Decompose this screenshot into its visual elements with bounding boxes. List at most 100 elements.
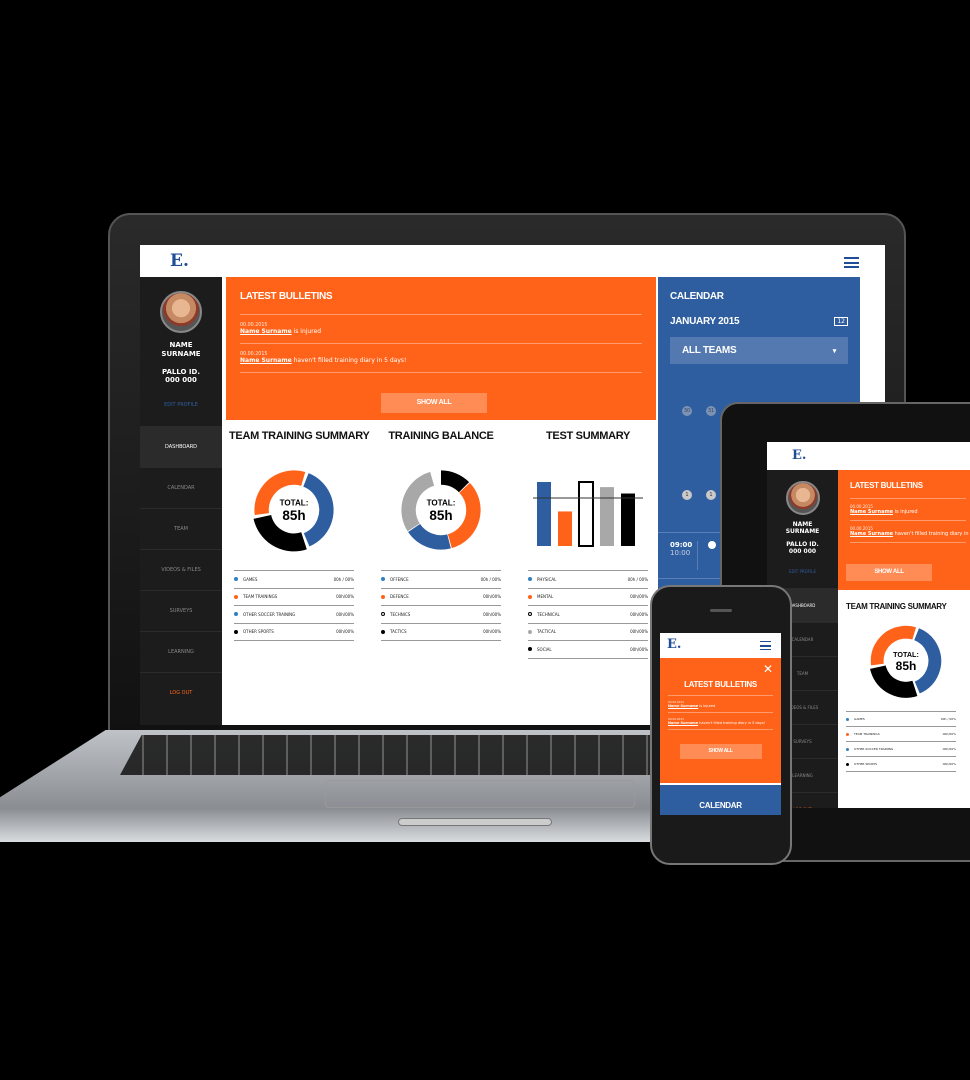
hamburger-icon[interactable]	[844, 257, 859, 268]
bulletin-item: 00.00.2015 Name Surname haven't filled tr…	[668, 712, 773, 729]
pallo-id-label: PALLO ID.	[161, 368, 201, 376]
edit-profile-link[interactable]: EDIT PROFILE	[767, 569, 838, 574]
bar-social[interactable]	[621, 493, 635, 546]
bulletin-item: 00.00.2015 Name Surname is injured	[850, 498, 966, 520]
hamburger-icon[interactable]	[760, 641, 771, 650]
legend-value: 00h / 00%	[627, 576, 648, 582]
bulletin-user-link[interactable]: Name Surname	[240, 357, 292, 364]
legend-item: OTHER SPORTS 00h/00%	[846, 756, 956, 771]
legend-item: OTHER SPORTS 00h/00%	[234, 622, 354, 641]
legend-dot	[234, 629, 238, 634]
legend-dot	[528, 629, 532, 634]
calendar-icon[interactable]: 12	[834, 317, 848, 326]
bulletin-user-link[interactable]: Name Surname	[668, 704, 698, 708]
legend-value: 00h/00%	[942, 762, 956, 766]
legend-dot	[846, 717, 849, 721]
close-icon[interactable]: ✕	[763, 662, 773, 676]
pallo-id-value: 000 000	[165, 376, 197, 384]
avatar	[785, 481, 820, 515]
calendar-day[interactable]: 1	[706, 490, 716, 500]
legend-dot	[381, 629, 385, 634]
bulletin-text: is injured	[698, 704, 716, 708]
legend-item: TECHNICS 00h/00%	[381, 605, 501, 623]
legend-item: GAMES 00h / 00%	[846, 711, 956, 726]
legend-label: OTHER SOCCER TRAINING	[243, 611, 296, 617]
bulletins-title: LATEST BULLETINS	[850, 481, 923, 490]
show-all-button[interactable]: SHOW ALL	[846, 564, 932, 581]
legend-value: 00h/00%	[483, 611, 501, 617]
legend-dot	[381, 612, 385, 617]
bulletin-user-link[interactable]: Name Surname	[850, 509, 893, 515]
edit-profile-link[interactable]: EDIT PROFILE	[140, 402, 222, 408]
show-all-button[interactable]: SHOW ALL	[679, 744, 762, 759]
legend-dot	[381, 594, 385, 599]
calendar-day[interactable]: 31	[706, 406, 716, 416]
bulletin-text: is injured	[291, 328, 322, 335]
show-all-button[interactable]: SHOW ALL	[381, 393, 487, 413]
bar-tactical[interactable]	[600, 487, 614, 546]
legend-label: TEAM TRAININGS	[854, 732, 880, 736]
sidebar-item-learning[interactable]: LEARNING	[140, 631, 222, 672]
donut-total-label: TOTAL:	[280, 499, 309, 508]
legend-value: 00h/00%	[483, 594, 501, 600]
legend-dot	[846, 732, 849, 736]
laptop-keyboard	[120, 735, 660, 775]
bulletin-user-link[interactable]: Name Surname	[240, 328, 292, 335]
sidebar-item-log-out[interactable]: LOG OUT	[140, 672, 222, 713]
bulletin-user-link[interactable]: Name Surname	[850, 531, 893, 537]
legend-value: 00h/00%	[630, 629, 648, 635]
legend-label: OTHER SPORTS	[243, 629, 274, 635]
sidebar-item-calendar[interactable]: CALENDAR	[140, 467, 222, 508]
sidebar-item-surveys[interactable]: SURVEYS	[140, 590, 222, 631]
bulletin-item: 00.00.2015 Name Surname haven't filled tr…	[850, 520, 970, 542]
legend-label: TECHNICS	[390, 611, 411, 617]
phone-calendar-title[interactable]: CALENDAR	[660, 785, 781, 815]
sidebar-item-videos-files[interactable]: VIDEOS & FILES	[140, 549, 222, 590]
bar-physical[interactable]	[537, 482, 551, 546]
event-start: 09:00	[670, 541, 693, 549]
chevron-down-icon: ▾	[832, 347, 837, 355]
chart-title: TRAINING BALANCE	[388, 430, 494, 442]
legend-item: TEAM TRAININGS 00h/00%	[846, 726, 956, 741]
tablet-logo[interactable]: E.	[792, 448, 806, 463]
bulletin-text: is injured	[893, 509, 918, 515]
tablet-bulletins-panel: LATEST BULLETINS 00.00.2015 Name Surname …	[838, 470, 970, 590]
phone-logo[interactable]: E.	[667, 637, 681, 652]
legend-item: OFFENCE 00h / 00%	[381, 570, 501, 588]
logo[interactable]: E.	[170, 251, 189, 271]
header: E.	[140, 245, 885, 277]
legend-dot	[234, 612, 238, 617]
bulletin-date: 00.00.2015	[668, 717, 685, 721]
phone-header: E.	[660, 633, 781, 658]
calendar-day[interactable]: 30	[682, 406, 692, 416]
bulletins-panel: LATEST BULLETINS 00.00.2015 Name Surname …	[226, 277, 656, 420]
team-select[interactable]: ALL TEAMS ▾	[670, 337, 848, 364]
legend-item: TEAM TRAININGS 00h/00%	[234, 587, 354, 606]
legend-label: GAMES	[854, 717, 865, 721]
sidebar-item-team[interactable]: TEAM	[140, 508, 222, 549]
legend-label: TACTICS	[390, 629, 407, 635]
legend-label: OFFENCE	[390, 576, 409, 582]
legend-item: SOCIAL 00h/00%	[528, 640, 648, 658]
pallo-id-value: 000 000	[788, 548, 817, 555]
bar-technical[interactable]	[578, 481, 594, 547]
bar-chart	[533, 481, 643, 547]
legend-item: TECHNICAL 00h/00%	[528, 605, 648, 623]
bar-mental[interactable]	[558, 511, 572, 546]
sidebar-item-dashboard[interactable]: DASHBOARD	[140, 426, 222, 467]
donut-chart: TOTAL:85h	[252, 468, 336, 552]
calendar-day[interactable]: 1	[682, 490, 692, 500]
phone-bulletins-panel: ✕ LATEST BULLETINS 00.00.2015 Name Surnam…	[660, 658, 781, 783]
bulletin-text: haven't filled training diary in 5 days!	[698, 721, 766, 725]
team-select-value: ALL TEAMS	[682, 345, 737, 356]
chart-title: TEAM TRAINING SUMMARY	[229, 430, 370, 442]
chart-legend: OFFENCE 00h / 00% DEFENCE 00h/00% TECHNICS 00…	[381, 570, 501, 641]
chart-title: TEST SUMMARY	[546, 430, 630, 442]
phone-screen: E. ✕ LATEST BULLETINS 00.00.2015 Name Sur…	[660, 633, 781, 815]
legend-dot	[381, 577, 385, 582]
legend-label: TECHNICAL	[537, 611, 560, 617]
bulletin-user-link[interactable]: Name Surname	[668, 721, 698, 725]
bulletin-date: 00.00.2015	[240, 323, 268, 328]
avatar	[160, 291, 202, 333]
bulletins-title: LATEST BULLETINS	[240, 291, 333, 302]
